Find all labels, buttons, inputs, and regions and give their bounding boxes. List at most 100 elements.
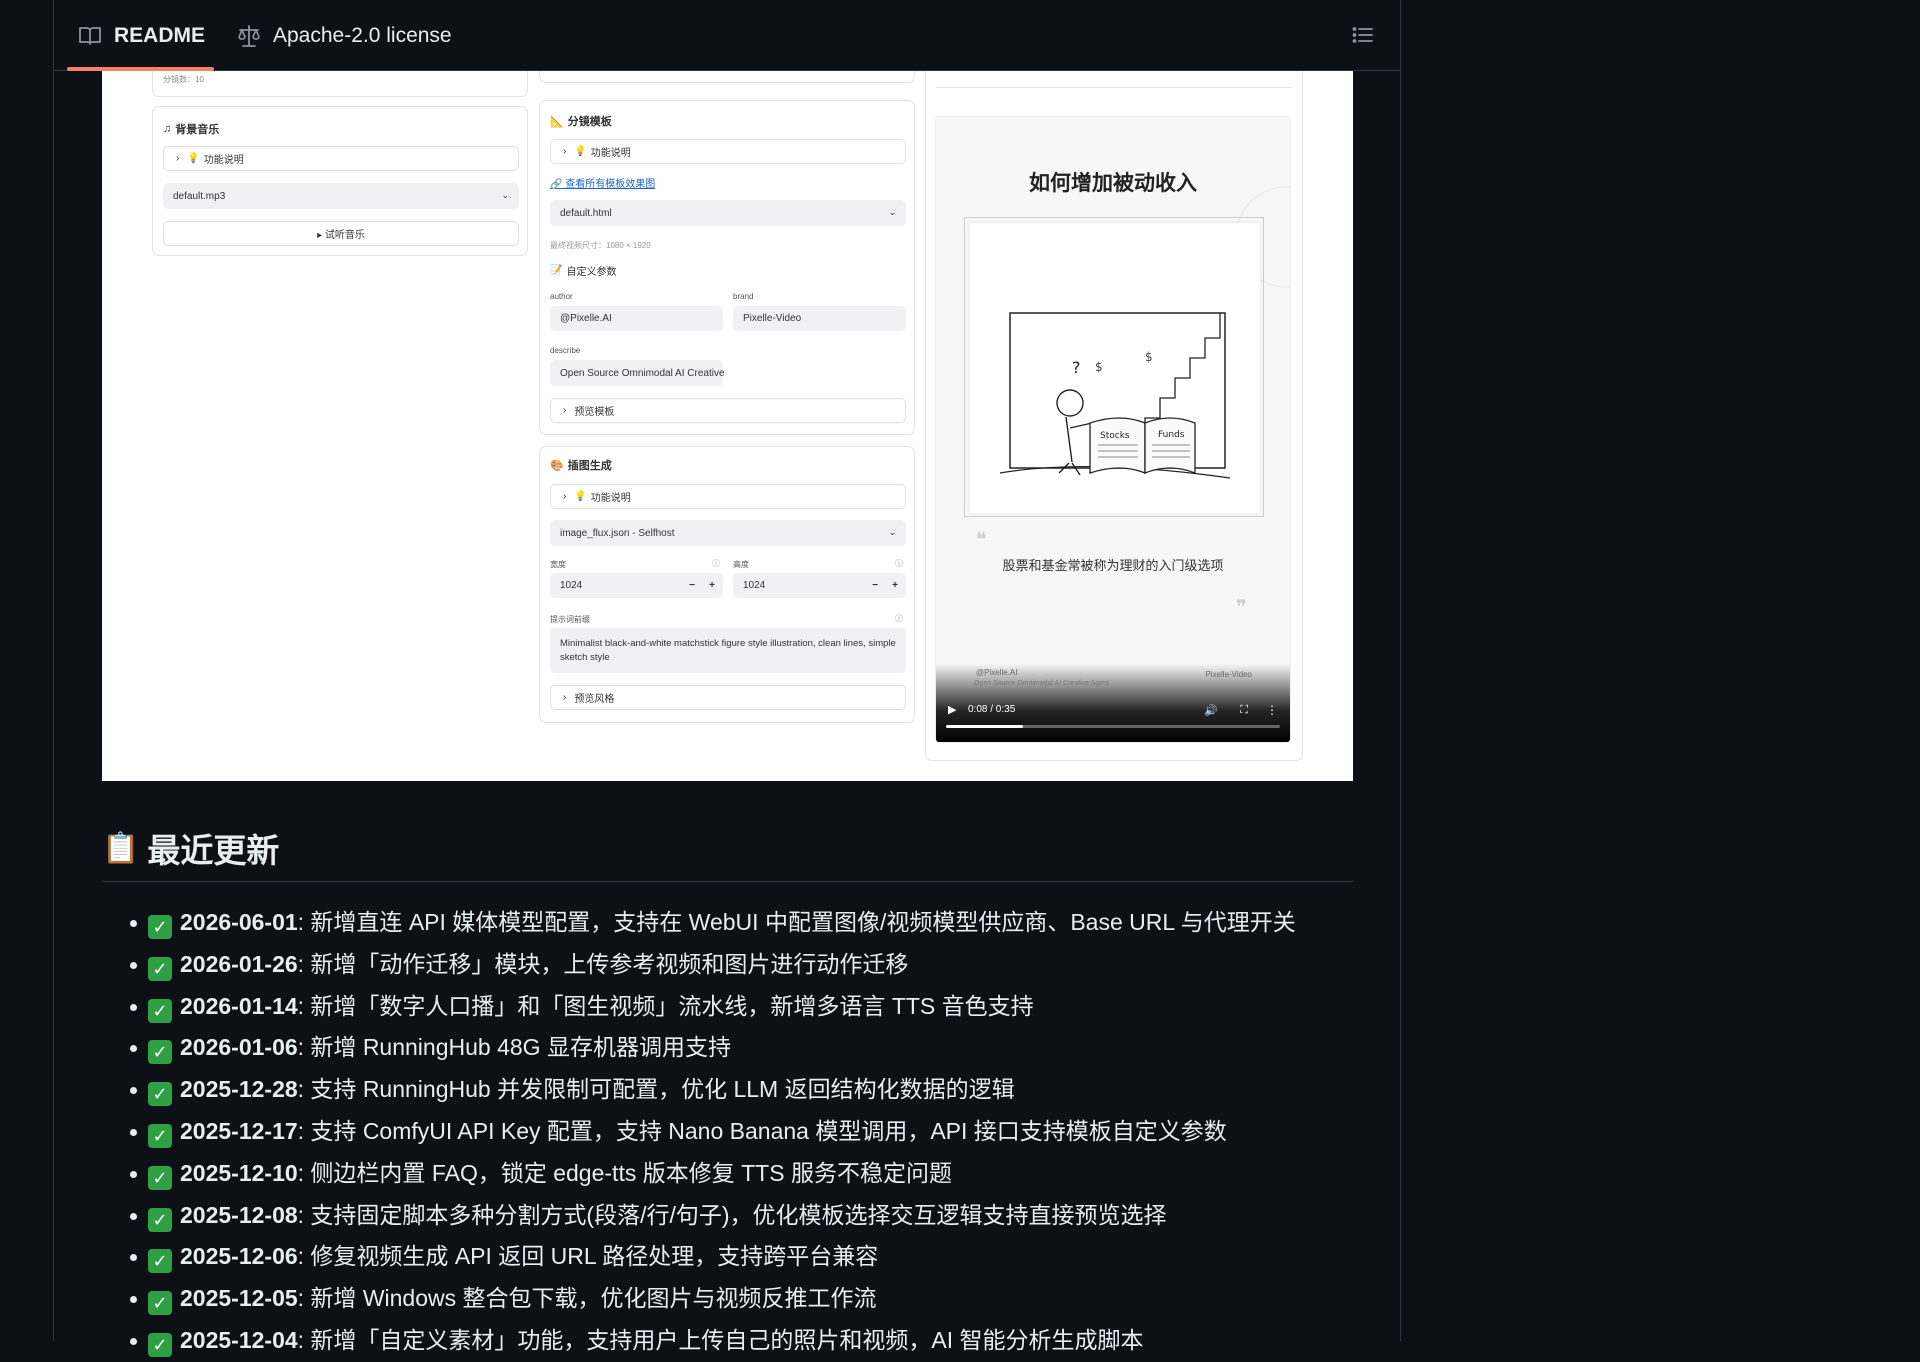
bulb-icon: 💡 — [187, 153, 200, 164]
check-mark-icon: ✓ — [148, 1040, 172, 1065]
brand-label: brand — [733, 292, 754, 301]
outline-list-icon[interactable] — [1352, 24, 1374, 46]
describe-input[interactable]: Open Source Omnimodal AI Creative — [550, 360, 725, 386]
tab-readme-label: README — [114, 24, 206, 47]
update-date: 2026-01-26 — [180, 950, 298, 977]
minus-icon[interactable]: − — [689, 580, 695, 591]
height-help-icon[interactable]: ⓘ — [895, 558, 903, 569]
workflow-select[interactable]: image_flux.json - Selfhost ⌄ — [550, 520, 906, 546]
play-icon[interactable]: ▶ — [948, 703, 956, 716]
video-size: 最终视频尺寸：1080 × 1920 — [550, 241, 651, 250]
width-stepper[interactable]: 1024 − + — [550, 573, 723, 598]
height-stepper[interactable]: 1024 − + — [733, 573, 906, 598]
svg-text:$: $ — [1145, 350, 1153, 364]
update-item: ✓ 2025-12-17: 支持 ComfyUI API Key 配置，支持 Na… — [102, 1111, 1353, 1153]
storyboard-title: 📐 分镜模板 — [550, 115, 612, 129]
update-item: ✓ 2026-06-01: 新增直连 API 媒体模型配置，支持在 WebUI 中… — [102, 902, 1353, 944]
storyboard-func-desc[interactable]: › 💡 功能说明 — [550, 139, 906, 164]
update-item: ✓ 2026-01-14: 新增「数字人口播」和「图生视频」流水线，新增多语言 T… — [102, 986, 1353, 1028]
bgm-card: ♫ 背景音乐 › 💡 功能说明 default.mp3 ⌄ ▸ 试听音乐 — [152, 106, 528, 256]
update-item: ✓ 2026-01-26: 新增「动作迁移」模块，上传参考视频和图片进行动作迁移 — [102, 944, 1353, 986]
view-all-templates-link[interactable]: 🔗 查看所有模板效果图 — [550, 175, 655, 190]
preview-style-toggle[interactable]: › 预览风格 — [550, 685, 906, 710]
bulb-icon: 💡 — [574, 491, 587, 502]
check-mark-icon: ✓ — [148, 1082, 172, 1107]
update-date: 2025-12-28 — [180, 1076, 298, 1103]
describe-label: describe — [550, 346, 581, 355]
bgm-select[interactable]: default.mp3 ⌄ — [163, 183, 519, 209]
width-help-icon[interactable]: ⓘ — [712, 558, 720, 569]
left-top-card: 分镜数：10 — [152, 71, 528, 97]
plus-icon[interactable]: + — [709, 580, 715, 591]
tab-license-label: Apache-2.0 license — [273, 24, 452, 47]
tab-readme[interactable]: README — [78, 22, 205, 50]
heading-rule — [102, 881, 1353, 882]
update-date: 2026-01-14 — [180, 992, 298, 1019]
book-left-label: Stocks — [1100, 431, 1130, 441]
tab-license[interactable]: Apache-2.0 license — [237, 22, 452, 50]
middle-top-card — [539, 71, 915, 83]
check-mark-icon: ✓ — [148, 998, 172, 1023]
update-text: : 新增「数字人口播」和「图生视频」流水线，新增多语言 TTS 音色支持 — [297, 992, 1034, 1019]
update-item: ✓ 2025-12-10: 侧边栏内置 FAQ，锁定 edge-tts 版本修复 … — [102, 1153, 1353, 1195]
update-date: 2026-06-01 — [180, 909, 298, 935]
video-player[interactable]: 如何增加被动收入 ? $ $ Stocks Funds ❝ 股票和基金常被称为理… — [935, 116, 1291, 743]
video-footer-brand: Pixelle-Video — [1205, 670, 1252, 679]
prompt-textarea[interactable]: Minimalist black-and-white matchstick fi… — [550, 628, 906, 673]
custom-params-title: 📝 自定义参数 — [550, 265, 617, 278]
update-date: 2025-12-04 — [180, 1326, 298, 1353]
chevron-right-icon: › — [563, 146, 567, 157]
bgm-func-desc[interactable]: › 💡 功能说明 — [163, 146, 519, 171]
music-note-icon: ♫ — [163, 123, 172, 135]
video-time: 0:08 / 0:35 — [968, 704, 1016, 715]
chevron-down-icon: ⌄ — [501, 189, 509, 200]
plus-icon[interactable]: + — [892, 580, 898, 591]
matchstick-illustration: ? $ $ Stocks Funds — [999, 312, 1231, 479]
update-date: 2026-01-06 — [180, 1034, 298, 1061]
segment-count: 分镜数：10 — [163, 75, 204, 84]
video-controls: @Pixelle.AI Open Source Omnimodal AI Cre… — [936, 664, 1290, 742]
width-label: 宽度 — [550, 560, 566, 569]
chevron-right-icon: › — [563, 405, 567, 416]
prompt-help-icon[interactable]: ⓘ — [895, 613, 903, 624]
preview-template-toggle[interactable]: › 预览模板 — [550, 398, 906, 423]
update-date: 2025-12-08 — [180, 1201, 298, 1228]
update-date: 2025-12-17 — [180, 1117, 298, 1144]
update-text: : 新增 Windows 整合包下载，优化图片与视频反推工作流 — [297, 1285, 877, 1312]
chevron-down-icon: ⌄ — [888, 206, 896, 217]
brand-input[interactable]: Pixelle-Video — [733, 306, 906, 331]
check-mark-icon: ✓ — [148, 915, 172, 939]
minus-icon[interactable]: − — [872, 580, 878, 591]
webui-screenshot-image: 分镜数：10 ♫ 背景音乐 › 💡 功能说明 default.mp3 ⌄ ▸ 试… — [102, 71, 1353, 781]
chevron-right-icon: › — [176, 153, 180, 164]
update-date: 2025-12-05 — [180, 1285, 298, 1312]
recent-updates-section: 📋 最近更新 ✓ 2026-06-01: 新增直连 API 媒体模型配置，支持在 … — [102, 826, 1353, 1357]
clipboard-icon: 📋 — [102, 831, 140, 865]
video-caption: 股票和基金常被称为理财的入门级选项 — [1002, 558, 1224, 573]
check-mark-icon: ✓ — [148, 1123, 172, 1148]
storyboard-card: 📐 分镜模板 › 💡 功能说明 🔗 查看所有模板效果图 default.html… — [539, 100, 915, 435]
prompt-label: 提示词前缀 — [550, 615, 590, 624]
update-text: : 支持 ComfyUI API Key 配置，支持 Nano Banana 模… — [297, 1117, 1227, 1144]
fullscreen-icon[interactable]: ⛶ — [1240, 704, 1248, 717]
book-right-label: Funds — [1158, 430, 1185, 440]
chevron-down-icon: ⌄ — [888, 526, 896, 537]
template-select[interactable]: default.html ⌄ — [550, 200, 906, 226]
update-item: ✓ 2025-12-08: 支持固定脚本多种分割方式(段落/行/句子)，优化模板选… — [102, 1195, 1353, 1237]
volume-icon[interactable]: 🔊 — [1204, 704, 1218, 717]
update-text: : 新增直连 API 媒体模型配置，支持在 WebUI 中配置图像/视频模型供应… — [297, 909, 1296, 935]
author-input[interactable]: @Pixelle.AI — [550, 306, 723, 331]
check-mark-icon: ✓ — [148, 1165, 172, 1190]
bgm-title: ♫ 背景音乐 — [163, 123, 220, 136]
video-progress-track[interactable] — [946, 725, 1280, 728]
book-icon — [79, 27, 101, 45]
check-mark-icon: ✓ — [148, 956, 172, 981]
preview-music-button[interactable]: ▸ 试听音乐 — [163, 221, 519, 246]
check-mark-icon: ✓ — [148, 1207, 172, 1232]
check-mark-icon: ✓ — [148, 1249, 172, 1274]
more-options-icon[interactable]: ⋮ — [1266, 703, 1278, 717]
check-mark-icon: ✓ — [148, 1332, 172, 1357]
illustration-func-desc[interactable]: › 💡 功能说明 — [550, 484, 906, 509]
update-text: : 新增「动作迁移」模块，上传参考视频和图片进行动作迁移 — [297, 950, 909, 977]
illustration-card: 🎨 插图生成 › 💡 功能说明 image_flux.json - Selfho… — [539, 446, 915, 723]
